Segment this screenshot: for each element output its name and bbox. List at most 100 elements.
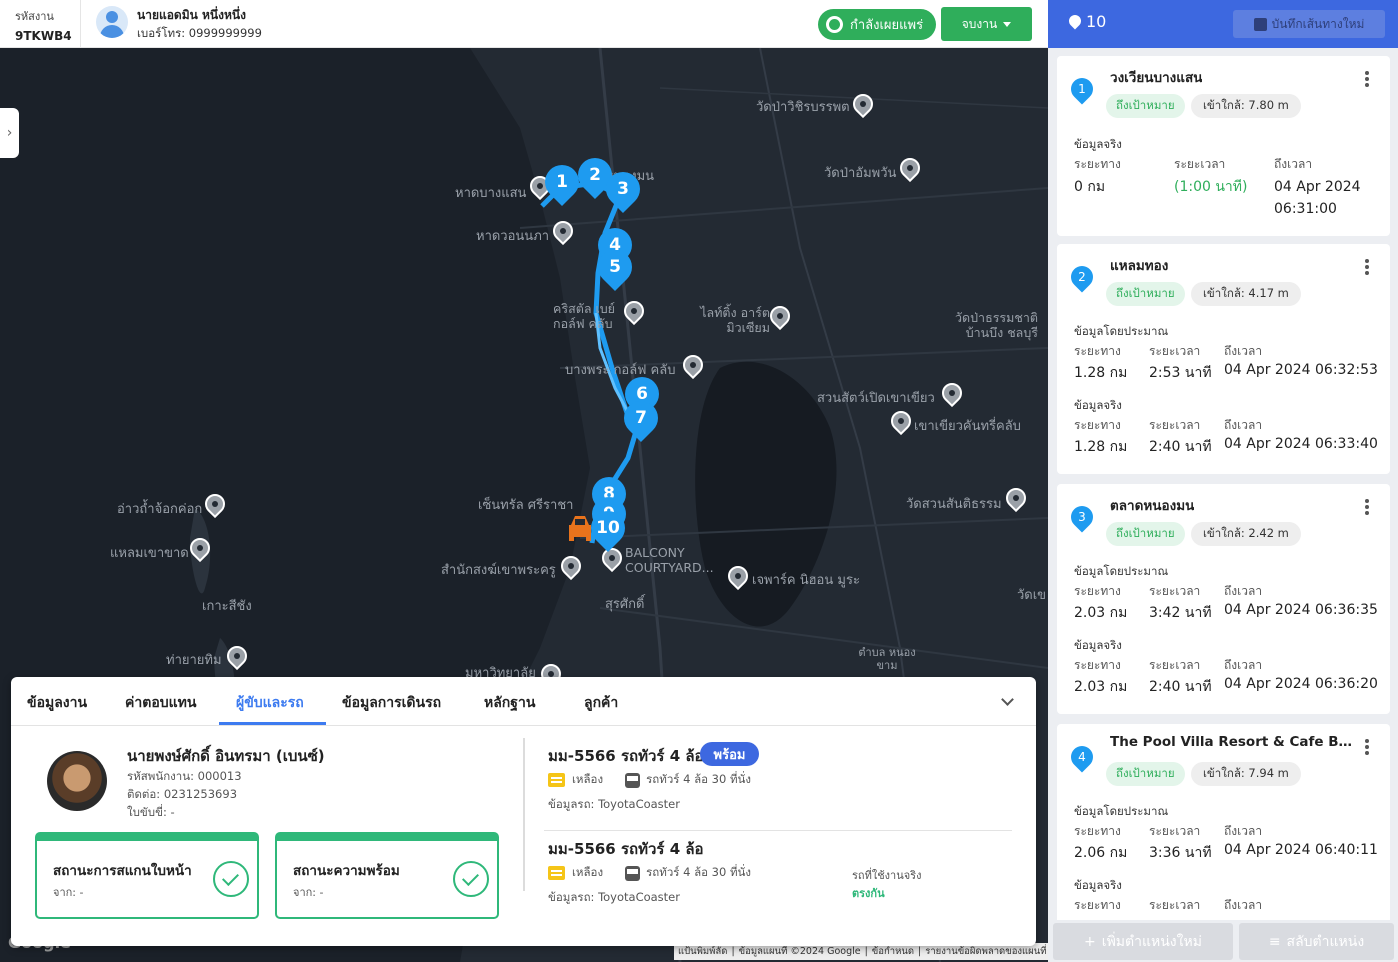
chevron-down-icon[interactable]: [1001, 693, 1014, 706]
driver-avatar: [47, 751, 107, 811]
arrival-label: ถึงเวลา: [1224, 898, 1263, 912]
driver-employee-id: รหัสพนักงาน: 000013: [127, 769, 242, 783]
arrival-label: ถึงเวลา: [1224, 344, 1263, 358]
route-marker-7[interactable]: 7: [616, 393, 666, 443]
stop-card[interactable]: 1 วงเวียนบางแสน ถึงเป้าหมาย เข้าใกล้: 7.…: [1057, 56, 1390, 236]
map-data-text: ข้อมูลแผนที่ ©2024 Google: [738, 946, 861, 957]
arrival-value: 04 Apr 2024 06:36:35: [1224, 602, 1378, 618]
section-label: ข้อมูลโดยประมาณ: [1074, 804, 1169, 818]
end-job-label: จบงาน: [961, 16, 998, 31]
admin-avatar: [96, 6, 128, 38]
keyboard-shortcuts-link[interactable]: แป้นพิมพ์ลัด: [678, 944, 727, 959]
more-options-icon[interactable]: [1365, 739, 1369, 755]
end-job-button[interactable]: จบงาน: [941, 7, 1032, 41]
panel-tabs: ข้อมูลงาน ค่าตอบแทน ผู้ขับและรถ ข้อมูลกา…: [11, 677, 1036, 726]
vehicle-color: เหลือง: [572, 772, 604, 786]
map-label: BALCONY COURTYARD...: [625, 545, 714, 575]
check-icon: [213, 861, 249, 897]
duration-value: 3:42 นาที: [1149, 605, 1212, 621]
stop-card[interactable]: 2 แหลมทอง ถึงเป้าหมาย เข้าใกล้: 4.17 m ข…: [1057, 244, 1390, 474]
route-marker-5[interactable]: 5: [590, 242, 640, 292]
more-options-icon[interactable]: [1365, 71, 1369, 87]
map-label: คริสตัล เบย์ กอล์ฟ คลับ: [553, 301, 615, 331]
globe-icon: [826, 16, 843, 33]
duration-label: ระยะเวลา: [1149, 344, 1201, 358]
route-sidebar: 10 บันทึกเส้นทางใหม่ 1 วงเวียนบางแสน ถึง…: [1048, 0, 1398, 962]
map-label: วัดป่าวิชิรบรรพต: [756, 100, 850, 115]
caret-down-icon: [1003, 21, 1012, 27]
vehicle-info: ข้อมูลรถ: ToyotaCoaster: [548, 890, 680, 904]
vehicle-attributes: เหลือง รถทัวร์ 4 ล้อ 30 ที่นั่ง: [548, 771, 751, 789]
duration-label: ระยะเวลา: [1149, 584, 1201, 598]
tab-compensation[interactable]: ค่าตอบแทน: [125, 692, 196, 714]
distance-value: 1.28 กม: [1074, 439, 1128, 455]
route-marker-3[interactable]: 3: [598, 164, 648, 214]
arrival-value: 04 Apr 2024 06:36:20: [1224, 676, 1378, 692]
tab-driver-vehicle[interactable]: ผู้ขับและรถ: [236, 692, 304, 714]
distance-label: ระยะทาง: [1074, 157, 1121, 171]
more-options-icon[interactable]: [1365, 259, 1369, 275]
status-title: สถานะการสแกนใบหน้า: [53, 863, 192, 879]
save-route-label: บันทึกเส้นทางใหม่: [1271, 16, 1365, 31]
stop-number-marker: 1: [1066, 73, 1098, 105]
vehicle-type: รถทัวร์ 4 ล้อ 30 ที่นั่ง: [646, 772, 752, 786]
actual-vehicle-label: รถที่ใช้งานจริง: [852, 869, 922, 882]
map-label: หาดวอนนภา: [476, 229, 550, 244]
duration-label: ระยะเวลา: [1174, 157, 1226, 171]
driver-license: ใบขับขี่: -: [127, 805, 175, 819]
section-label: ข้อมูลโดยประมาณ: [1074, 564, 1169, 578]
vehicle-type: รถทัวร์ 4 ล้อ 30 ที่นั่ง: [646, 865, 752, 879]
stop-count: 10: [1086, 12, 1107, 31]
face-scan-status-card: สถานะการสแกนใบหน้า จาก: -: [35, 832, 259, 919]
map-label: เกาะสีชัง: [202, 599, 252, 614]
tab-trip-info[interactable]: ข้อมูลการเดินรถ: [342, 692, 441, 714]
distance-value: 0 กม: [1074, 179, 1106, 195]
app-root: วัดป่าวิชิรบรรพต วัดป่าอัมพวัน หาดบางแสน…: [0, 0, 1398, 962]
tab-evidence[interactable]: หลักฐาน: [484, 692, 535, 714]
more-options-icon[interactable]: [1365, 499, 1369, 515]
distance-value: 1.28 กม: [1074, 365, 1128, 381]
sidebar-footer: + เพิ่มตำแหน่งใหม่ ≡ สลับตำแหน่ง: [1048, 920, 1398, 962]
duration-value: 2:53 นาที: [1149, 365, 1212, 381]
stop-number-marker: 2: [1066, 261, 1098, 293]
tab-job-info[interactable]: ข้อมูลงาน: [27, 692, 87, 714]
map-label: อ่าวถ้ำจ้อกค่อก: [117, 502, 203, 517]
actual-vehicle-value: ตรงกัน: [852, 887, 885, 900]
driver-name: นายพงษ์ศักดิ์ อินทรมา (เบนซ์): [127, 747, 325, 765]
divider: [544, 830, 1012, 831]
admin-name: นายแอดมิน หนึ่งหนึ่ง: [137, 8, 246, 22]
map-label: วัดเข: [1017, 588, 1047, 603]
terms-link[interactable]: ข้อกำหนด: [872, 944, 914, 959]
reorder-button[interactable]: ≡ สลับตำแหน่ง: [1239, 923, 1394, 960]
location-pin-icon: [1066, 12, 1084, 30]
section-label: ข้อมูลจริง: [1074, 137, 1122, 151]
arrival-value: 04 Apr 2024 06:31:00: [1274, 179, 1361, 217]
report-error-link[interactable]: รายงานข้อผิดพลาดของแผนที่: [925, 944, 1046, 959]
stop-card[interactable]: 4 The Pool Villa Resort & Cafe Bang ... …: [1057, 724, 1390, 920]
status-source: จาก: -: [293, 886, 324, 899]
proximity-chip: เข้าใกล้: 7.80 m: [1191, 94, 1301, 118]
plate-color-icon: [548, 866, 565, 880]
distance-label: ระยะทาง: [1074, 824, 1121, 838]
proximity-chip: เข้าใกล้: 7.94 m: [1191, 762, 1301, 786]
tab-customer[interactable]: ลูกค้า: [584, 692, 618, 714]
vehicle-car-icon[interactable]: [567, 513, 593, 545]
sidebar-header: 10 บันทึกเส้นทางใหม่: [1048, 0, 1398, 48]
stop-card[interactable]: 3 ตลาดหนองมน ถึงเป้าหมาย เข้าใกล้: 2.42 …: [1057, 484, 1390, 714]
add-location-button[interactable]: + เพิ่มตำแหน่งใหม่: [1053, 923, 1233, 960]
save-icon: [1253, 17, 1267, 31]
map-label: แหลมเขาขาด: [110, 546, 189, 561]
driver-vehicle-panel: ข้อมูลงาน ค่าตอบแทน ผู้ขับและรถ ข้อมูลกา…: [11, 677, 1036, 946]
status-source: จาก: -: [53, 886, 84, 899]
readiness-status-card: สถานะความพร้อม จาก: -: [275, 832, 499, 919]
plate-color-icon: [548, 773, 565, 787]
arrival-label: ถึงเวลา: [1224, 658, 1263, 672]
map-label: สุรศักดิ์: [605, 597, 645, 612]
arrival-label: ถึงเวลา: [1224, 584, 1263, 598]
distance-label: ระยะทาง: [1074, 658, 1121, 672]
publish-status-button[interactable]: กำลังเผยแพร่: [818, 9, 936, 40]
expand-sidebar-toggle[interactable]: ›: [0, 108, 19, 158]
arrival-label: ถึงเวลา: [1224, 418, 1263, 432]
map-label: เขาเขียวคันทรี่คลับ: [914, 419, 1021, 434]
save-route-button[interactable]: บันทึกเส้นทางใหม่: [1233, 10, 1385, 38]
